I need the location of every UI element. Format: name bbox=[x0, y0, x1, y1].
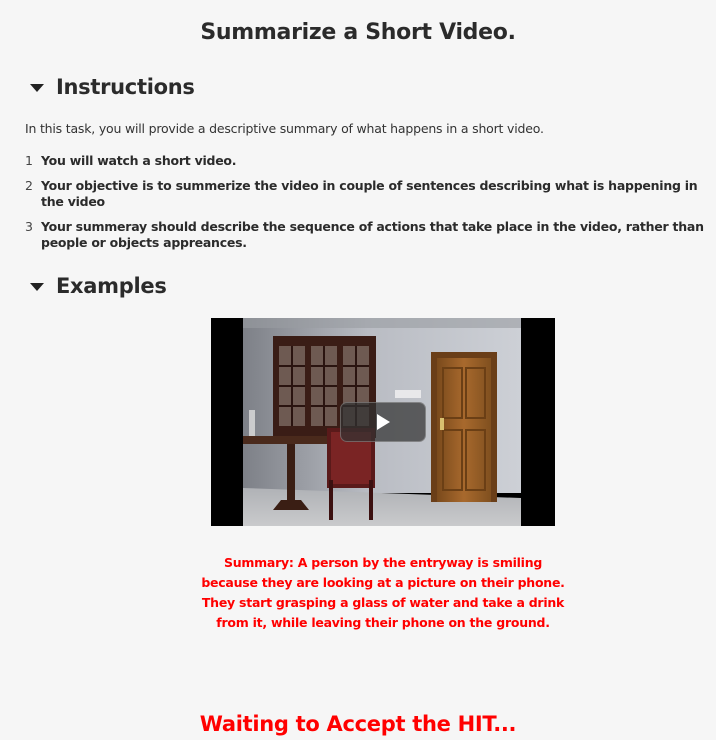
instructions-header-label: Instructions bbox=[56, 75, 195, 99]
list-item: 3 Your summeray should describe the sequ… bbox=[25, 219, 720, 251]
step-text: Your objective is to summerize the video… bbox=[41, 178, 698, 209]
step-number: 1 bbox=[25, 153, 33, 168]
caret-down-icon bbox=[30, 84, 44, 92]
waiting-status: Waiting to Accept the HIT... bbox=[199, 712, 517, 736]
step-number: 2 bbox=[25, 178, 33, 193]
instructions-steps: 1 You will watch a short video. 2 Your o… bbox=[25, 153, 720, 260]
step-text: You will watch a short video. bbox=[41, 153, 237, 168]
video-play-button[interactable] bbox=[340, 402, 426, 442]
instructions-intro: In this task, you will provide a descrip… bbox=[25, 121, 544, 136]
examples-toggle[interactable]: Examples bbox=[30, 274, 167, 298]
example-video-player[interactable] bbox=[211, 318, 555, 526]
hit-page: Summarize a Short Video. Instructions In… bbox=[0, 0, 716, 740]
caret-down-icon bbox=[30, 283, 44, 291]
example-summary: Summary: A person by the entryway is smi… bbox=[201, 555, 565, 630]
play-icon bbox=[377, 414, 390, 430]
step-text: Your summeray should describe the sequen… bbox=[41, 219, 704, 250]
examples-header-label: Examples bbox=[56, 274, 167, 298]
instructions-toggle[interactable]: Instructions bbox=[30, 75, 195, 99]
page-title: Summarize a Short Video. bbox=[200, 20, 516, 45]
step-number: 3 bbox=[25, 219, 33, 234]
list-item: 1 You will watch a short video. bbox=[25, 153, 720, 169]
list-item: 2 Your objective is to summerize the vid… bbox=[25, 178, 720, 210]
